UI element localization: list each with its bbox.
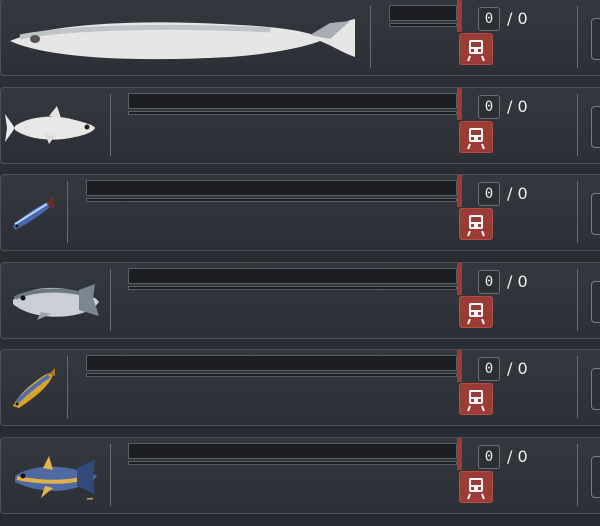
progress-bar (128, 93, 457, 109)
list-item-white-fish: 0 / 0 (0, 87, 600, 164)
red-tab (457, 175, 462, 207)
progress-bar (86, 180, 457, 196)
train-button[interactable] (459, 471, 493, 503)
row-divider-right (577, 269, 578, 331)
train-icon (467, 215, 485, 237)
white-fish-icon (5, 106, 95, 144)
train-button[interactable] (459, 296, 493, 328)
fish-list: 0 / 0 0 / 0 0 / 0 0 / 0 0 / 0 0 / 0 (0, 0, 600, 526)
row-divider (370, 6, 371, 68)
edge-button[interactable] (591, 18, 600, 60)
list-item-long-silver-fish: 0 / 0 (0, 0, 600, 76)
progress-bar (128, 268, 457, 284)
count-box: 0 (478, 445, 500, 469)
edge-button[interactable] (591, 368, 600, 410)
row-divider-right (577, 6, 578, 68)
progress-subbar (86, 198, 457, 202)
count-box: 0 (478, 357, 500, 381)
count-box: 0 (478, 7, 500, 31)
row-divider-right (577, 356, 578, 418)
red-tab (457, 0, 462, 32)
progress-subbar (86, 373, 457, 377)
progress-bar (389, 5, 457, 21)
train-icon (467, 390, 485, 412)
train-button[interactable] (459, 383, 493, 415)
list-item-small-blue-fish: 0 / 0 (0, 174, 600, 251)
count-total: / 0 (507, 272, 528, 291)
mackerel-icon (13, 368, 55, 408)
count-box: 0 (478, 270, 500, 294)
row-divider (67, 356, 68, 418)
train-button[interactable] (459, 33, 493, 65)
long-silver-fish-icon (10, 19, 355, 60)
edge-button[interactable] (591, 106, 600, 148)
row-divider (110, 94, 111, 156)
row-divider-right (577, 444, 578, 506)
train-button[interactable] (459, 121, 493, 153)
edge-button[interactable] (591, 193, 600, 235)
row-divider-right (577, 94, 578, 156)
edge-button[interactable] (591, 456, 600, 498)
train-button[interactable] (459, 208, 493, 240)
train-icon (467, 478, 485, 500)
progress-bar (86, 355, 457, 371)
edge-button[interactable] (591, 281, 600, 323)
list-item-tuna: 0 / 0 (0, 437, 600, 514)
count-total: / 0 (507, 97, 528, 116)
progress-subbar (389, 23, 457, 27)
count-box: 0 (478, 95, 500, 119)
count-total: / 0 (507, 9, 528, 28)
row-divider-right (577, 181, 578, 243)
progress-bar (128, 443, 457, 459)
row-divider (67, 181, 68, 243)
tuna-icon (15, 456, 97, 500)
red-tab (457, 88, 462, 120)
train-icon (467, 128, 485, 150)
train-icon (467, 40, 485, 62)
count-box: 0 (478, 182, 500, 206)
row-divider (110, 269, 111, 331)
count-total: / 0 (507, 447, 528, 466)
sea-bass-icon (13, 284, 99, 320)
small-blue-fish-icon (13, 196, 57, 230)
red-tab (457, 263, 462, 295)
progress-subbar (128, 286, 457, 290)
red-tab (457, 438, 462, 470)
row-divider (110, 444, 111, 506)
count-total: / 0 (507, 184, 528, 203)
red-tab (457, 350, 462, 382)
list-item-sea-bass: 0 / 0 (0, 262, 600, 339)
list-item-mackerel: 0 / 0 (0, 349, 600, 426)
progress-subbar (128, 111, 457, 115)
count-total: / 0 (507, 359, 528, 378)
progress-subbar (128, 461, 457, 465)
train-icon (467, 303, 485, 325)
